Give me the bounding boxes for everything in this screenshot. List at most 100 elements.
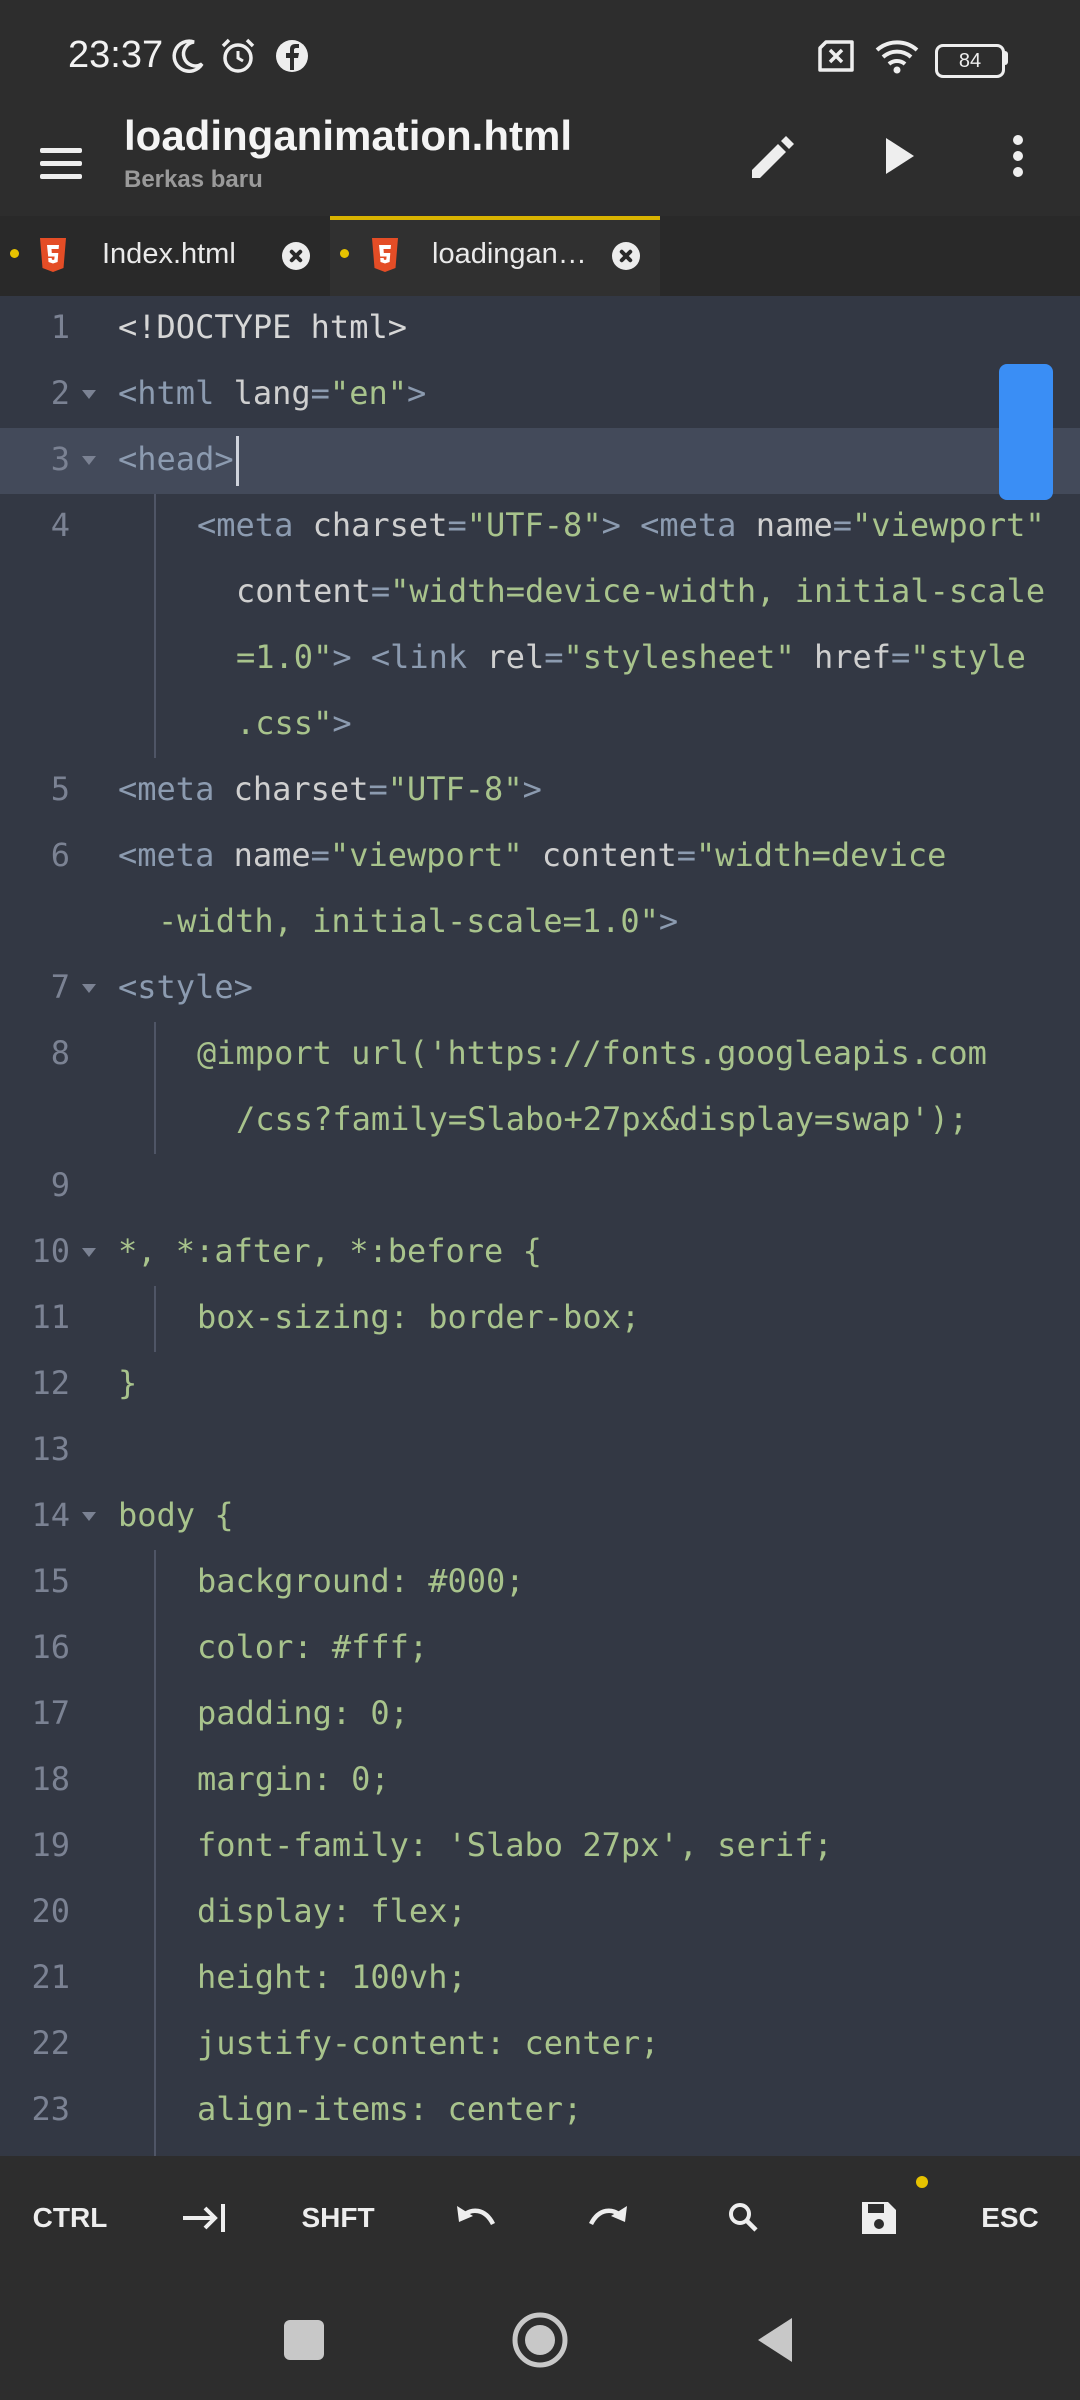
recent-apps-icon[interactable] [274,2310,334,2370]
code-line: 20 display: flex; [0,1880,1080,1946]
line-number: 7 [50,968,70,1006]
battery-level: 84 [958,50,982,72]
code-line-wrap: /css?family=Slabo+27px&display=swap'); [0,1088,1080,1154]
code-text: /css?family=Slabo+27px&display=swap'); [236,1100,969,1138]
code-text: <meta charset="UTF-8"> <meta name="viewp… [197,506,1045,544]
code-line-current: 3 <head> [0,428,1080,494]
tab-close-icon[interactable] [612,242,640,270]
code-line: 22 justify-content: center; [0,2012,1080,2078]
line-number: 14 [31,1496,70,1534]
code-text: <!DOCTYPE html> [118,308,407,346]
redo-icon [588,2206,627,2226]
home-icon[interactable] [510,2310,570,2370]
code-line: 10 *, *:after, *:before { [0,1220,1080,1286]
text-cursor [236,436,239,486]
alarm-icon [221,38,255,73]
more-options-icon[interactable] [986,124,1050,188]
code-text: margin: 0; [197,1760,390,1798]
code-text: content="width=device-width, initial-sca… [236,572,1046,610]
tab-key[interactable] [153,2186,253,2250]
code-line: 23 align-items: center; [0,2078,1080,2144]
code-text: box-sizing: border-box; [197,1298,641,1336]
code-text: <head> [118,440,234,478]
back-icon[interactable] [746,2310,806,2370]
code-text: <style> [118,968,253,1006]
fold-arrow-icon[interactable] [82,456,96,465]
code-line: 14 body { [0,1484,1080,1550]
code-text: <meta name="viewport" content="width=dev… [118,836,947,874]
fold-arrow-icon[interactable] [82,1248,96,1257]
file-tab-bar: Index.html loadingan… [0,216,1080,296]
line-number: 20 [31,1892,70,1930]
code-line: 5 <meta charset="UTF-8"> [0,758,1080,824]
hamburger-menu-icon[interactable] [36,130,86,190]
html5-icon [40,238,66,272]
tab-close-icon[interactable] [282,242,310,270]
code-line: 15 background: #000; [0,1550,1080,1616]
undo-icon [457,2206,496,2226]
scrollbar-thumb[interactable] [999,364,1053,500]
code-line: 7 <style> [0,956,1080,1022]
shift-key[interactable]: SHFT [288,2186,388,2250]
code-editor[interactable]: 1 <!DOCTYPE html> 2 <html lang="en"> 3 <… [0,296,1080,2156]
battery-indicator: 84 [935,44,1005,78]
tab-index-html[interactable]: Index.html [0,216,330,296]
line-number: 5 [50,770,70,808]
undo-key[interactable] [423,2186,523,2250]
edit-pencil-icon[interactable] [740,124,804,188]
code-text: *, *:after, *:before { [118,1232,542,1270]
line-number: 6 [50,836,70,874]
line-number: 11 [31,1298,70,1336]
code-line: 17 padding: 0; [0,1682,1080,1748]
line-number: 3 [50,440,70,478]
line-number: 21 [31,1958,70,1996]
fold-arrow-icon[interactable] [82,984,96,993]
code-text: } [118,1364,138,1402]
line-number: 12 [31,1364,70,1402]
redo-key[interactable] [557,2186,657,2250]
code-line-wrap: =1.0"> <link rel="stylesheet" href="styl… [0,626,1080,692]
code-line: 2 <html lang="en"> [0,362,1080,428]
code-text: @import url('https://fonts.googleapis.co… [197,1034,987,1072]
tab-label: loadingan… [432,238,587,270]
battery-tip [1003,51,1008,65]
code-text: .css"> [236,704,352,742]
line-number: 19 [31,1826,70,1864]
system-nav-bar [0,2280,1080,2400]
code-text: background: #000; [197,1562,525,1600]
line-number: 23 [31,2090,70,2128]
line-number: 17 [31,1694,70,1732]
code-line: 12 } [0,1352,1080,1418]
code-line-wrap: .css"> [0,692,1080,758]
save-floppy-icon [862,2202,896,2234]
code-text: align-items: center; [197,2090,583,2128]
run-play-icon[interactable] [866,124,930,188]
save-key[interactable] [826,2186,926,2250]
extra-keys-bar: CTRL SHFT ESC [0,2156,1080,2280]
esc-key[interactable]: ESC [960,2186,1060,2250]
tab-loadinganimation[interactable]: loadingan… [330,216,660,296]
unsaved-dot [10,249,19,258]
code-text: <meta charset="UTF-8"> [118,770,542,808]
code-line: 13 [0,1418,1080,1484]
code-line: 1 <!DOCTYPE html> [0,296,1080,362]
ctrl-key[interactable]: CTRL [20,2186,120,2250]
code-text: justify-content: center; [197,2024,660,2062]
facebook-icon [276,40,308,72]
line-number: 4 [50,506,70,544]
fold-arrow-icon[interactable] [82,390,96,399]
search-key[interactable] [692,2186,792,2250]
code-line: 8 @import url('https://fonts.googleapis.… [0,1022,1080,1088]
code-text: -width, initial-scale=1.0"> [158,902,679,940]
code-line: 11 box-sizing: border-box; [0,1286,1080,1352]
file-subtitle: Berkas baru [124,166,263,193]
fold-arrow-icon[interactable] [82,1512,96,1521]
code-text: body { [118,1496,234,1534]
unsaved-dot [916,2176,928,2188]
code-text: height: 100vh; [197,1958,467,1996]
line-number: 22 [31,2024,70,2062]
code-text: =1.0"> <link rel="stylesheet" href="styl… [236,638,1026,676]
code-line: 16 color: #fff; [0,1616,1080,1682]
code-line-wrap: -width, initial-scale=1.0"> [0,890,1080,956]
line-number: 9 [50,1166,70,1204]
